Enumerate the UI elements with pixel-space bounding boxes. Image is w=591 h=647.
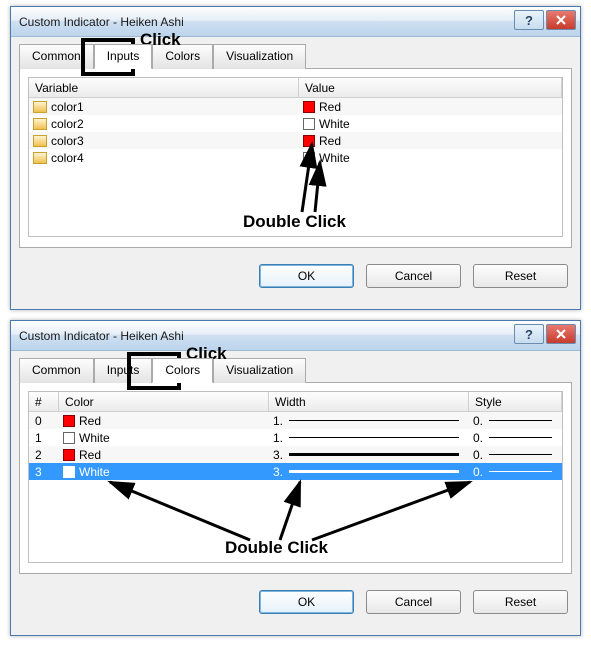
row-index: 1	[29, 431, 59, 445]
button-bar: OK Cancel Reset	[11, 256, 580, 300]
tab-strip: Common Inputs Colors Visualization	[19, 357, 572, 382]
column-headers: # Color Width Style	[29, 392, 562, 412]
col-value[interactable]: Value	[299, 78, 562, 98]
var-name: color3	[51, 134, 84, 148]
style-value: 0.	[473, 431, 483, 445]
style-value: 0.	[473, 414, 483, 428]
help-button[interactable]: ?	[514, 10, 544, 30]
col-style[interactable]: Style	[469, 392, 562, 412]
reset-button[interactable]: Reset	[473, 590, 568, 614]
row-index: 2	[29, 448, 59, 462]
param-icon	[33, 101, 47, 113]
width-preview-icon	[289, 420, 459, 421]
style-preview-icon	[489, 420, 552, 421]
param-icon	[33, 135, 47, 147]
color-swatch-icon	[303, 135, 315, 147]
color-row[interactable]: 1 White 1. 0.	[29, 429, 562, 446]
param-icon	[33, 152, 47, 164]
color-row[interactable]: 0 Red 1. 0.	[29, 412, 562, 429]
inputs-list: Variable Value color1 Red color2 White c…	[28, 77, 563, 237]
ok-button[interactable]: OK	[259, 590, 354, 614]
style-preview-icon	[489, 471, 552, 472]
tab-inputs[interactable]: Inputs	[94, 44, 153, 69]
input-row[interactable]: color4 White	[29, 149, 562, 166]
color-row[interactable]: 2 Red 3. 0.	[29, 446, 562, 463]
style-preview-icon	[489, 437, 552, 438]
width-value: 3.	[273, 448, 283, 462]
ok-button[interactable]: OK	[259, 264, 354, 288]
color-swatch-icon	[303, 118, 315, 130]
cancel-button[interactable]: Cancel	[366, 590, 461, 614]
param-icon	[33, 118, 47, 130]
style-value: 0.	[473, 448, 483, 462]
colors-dialog: Custom Indicator - Heiken Ashi ? Common …	[10, 320, 581, 636]
tab-panel: # Color Width Style 0 Red 1. 0. 1 White …	[19, 382, 572, 574]
tab-panel: Variable Value color1 Red color2 White c…	[19, 68, 572, 248]
width-preview-icon	[289, 470, 459, 473]
color-swatch-icon	[63, 432, 75, 444]
reset-button[interactable]: Reset	[473, 264, 568, 288]
color-name: Red	[79, 448, 101, 462]
col-variable[interactable]: Variable	[29, 78, 299, 98]
color-name: White	[79, 465, 110, 479]
width-value: 3.	[273, 465, 283, 479]
dialog-title: Custom Indicator - Heiken Ashi	[19, 329, 184, 343]
color-swatch-icon	[63, 415, 75, 427]
input-row[interactable]: color1 Red	[29, 98, 562, 115]
tab-visualization[interactable]: Visualization	[213, 358, 306, 383]
tab-common[interactable]: Common	[19, 44, 94, 69]
tab-strip: Common Inputs Colors Visualization	[19, 43, 572, 68]
var-value: White	[319, 117, 350, 131]
color-swatch-icon	[303, 152, 315, 164]
color-name: Red	[79, 414, 101, 428]
close-button[interactable]	[546, 10, 576, 30]
var-name: color1	[51, 100, 84, 114]
col-width[interactable]: Width	[269, 392, 469, 412]
color-name: White	[79, 431, 110, 445]
color-row-selected[interactable]: 3 White 3. 0.	[29, 463, 562, 480]
cancel-button[interactable]: Cancel	[366, 264, 461, 288]
button-bar: OK Cancel Reset	[11, 582, 580, 626]
width-value: 1.	[273, 431, 283, 445]
row-index: 0	[29, 414, 59, 428]
inputs-dialog: Custom Indicator - Heiken Ashi ? Common …	[10, 6, 581, 310]
close-button[interactable]	[546, 324, 576, 344]
dialog-title: Custom Indicator - Heiken Ashi	[19, 15, 184, 29]
color-swatch-icon	[303, 101, 315, 113]
width-preview-icon	[289, 453, 459, 456]
var-name: color2	[51, 117, 84, 131]
row-index: 3	[29, 465, 59, 479]
tab-colors[interactable]: Colors	[152, 44, 213, 69]
width-value: 1.	[273, 414, 283, 428]
colors-list: # Color Width Style 0 Red 1. 0. 1 White …	[28, 391, 563, 563]
style-preview-icon	[489, 454, 552, 455]
input-row[interactable]: color2 White	[29, 115, 562, 132]
col-index[interactable]: #	[29, 392, 59, 412]
tab-visualization[interactable]: Visualization	[213, 44, 306, 69]
tab-inputs[interactable]: Inputs	[94, 358, 153, 383]
title-bar[interactable]: Custom Indicator - Heiken Ashi ?	[11, 7, 580, 37]
var-value: Red	[319, 100, 341, 114]
tab-colors[interactable]: Colors	[152, 358, 213, 383]
style-value: 0.	[473, 465, 483, 479]
width-preview-icon	[289, 437, 459, 438]
var-value: White	[319, 151, 350, 165]
help-button[interactable]: ?	[514, 324, 544, 344]
color-swatch-icon	[63, 466, 75, 478]
title-bar[interactable]: Custom Indicator - Heiken Ashi ?	[11, 321, 580, 351]
input-row[interactable]: color3 Red	[29, 132, 562, 149]
column-headers: Variable Value	[29, 78, 562, 98]
var-value: Red	[319, 134, 341, 148]
col-color[interactable]: Color	[59, 392, 269, 412]
color-swatch-icon	[63, 449, 75, 461]
tab-common[interactable]: Common	[19, 358, 94, 383]
var-name: color4	[51, 151, 84, 165]
